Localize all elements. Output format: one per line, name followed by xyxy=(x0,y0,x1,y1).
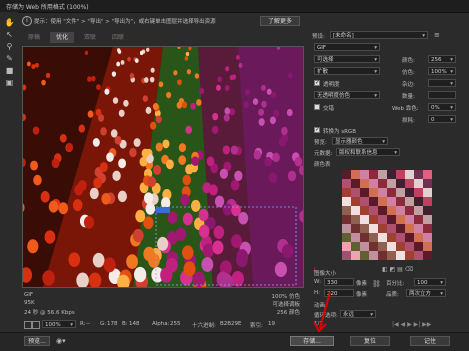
image-info: GIF 95K 24 秒 @ 56.6 Kbps 100% 仿色 可选择调板 2… xyxy=(22,290,302,318)
r-label: R: xyxy=(80,321,86,327)
loop-select[interactable]: 永远 xyxy=(340,310,376,318)
colors-select[interactable]: 256 xyxy=(428,55,456,63)
interlaced-label: 交错 xyxy=(323,106,335,112)
percent-label: 百分比: xyxy=(386,281,405,287)
g-value: 178 xyxy=(107,321,118,327)
hex-value: B2B29E xyxy=(220,321,242,327)
save-button[interactable]: 存储... xyxy=(290,336,334,346)
index-label: 索引: xyxy=(250,323,263,329)
transparency-label: 透明度 xyxy=(323,82,340,88)
matte-label: 杂边: xyxy=(402,82,415,88)
dither-amount[interactable]: 100% xyxy=(428,67,456,75)
web-snap-field[interactable]: 0% xyxy=(428,103,456,111)
status-bar: 100% R: -- G: 178 B: 148 Alpha: 255 十六进制… xyxy=(22,319,302,331)
metadata-label: 元数据: xyxy=(314,151,333,157)
width-field[interactable]: 330 xyxy=(324,278,354,286)
tab-2-up[interactable]: 双联 xyxy=(78,32,102,43)
lossy-field[interactable]: 0 xyxy=(428,115,456,123)
view-tabs: 原稿 优化 双联 四联 xyxy=(22,32,302,44)
zoom-select[interactable]: 100% xyxy=(42,320,76,328)
web-snap-label: Web 靠色: xyxy=(392,106,419,112)
image-file-size: 95K xyxy=(24,300,35,306)
playback-controls[interactable]: |◀ ◀ ▶ ▶| ▶▶ xyxy=(392,321,431,328)
preview-label: 预览: xyxy=(314,140,327,146)
learn-more-button[interactable]: 了解更多 xyxy=(260,16,300,26)
preview-select[interactable]: 显示器颜色 xyxy=(332,137,388,145)
zoom-tool-icon[interactable]: ⚲ xyxy=(4,42,15,52)
amount-field[interactable] xyxy=(428,91,456,99)
amount-label: 数量: xyxy=(402,94,415,100)
tool-palette: ✋ ↖ ⚲ ✎ ■ ▣ xyxy=(0,12,18,332)
percent-field[interactable]: 100 xyxy=(414,278,446,286)
tulip-field-image xyxy=(23,47,303,287)
reset-button[interactable]: 复位 xyxy=(350,336,390,346)
matte-select[interactable] xyxy=(428,79,456,87)
index-value: 19 xyxy=(268,321,275,327)
color-table-icons[interactable]: ◧ ◩ ▤ ⌫ xyxy=(382,266,413,273)
settings-panel: 预设: [未命名] ≡ GIF 可选择 扩散 透明度 无透明度仿色 交错 颜色:… xyxy=(306,13,469,332)
srgb-label: 转换为 sRGB xyxy=(323,129,356,135)
dither-algorithm-select[interactable]: 扩散 xyxy=(314,67,380,75)
quality-label: 品质: xyxy=(386,292,399,298)
browser-icon[interactable]: ◉▾ xyxy=(56,337,66,345)
zoom-in-icon[interactable] xyxy=(32,321,40,329)
image-size-label: 图像大小 xyxy=(314,271,337,277)
download-time: 24 秒 @ 56.6 Kbps xyxy=(24,310,75,316)
color-table-swatches[interactable] xyxy=(342,170,432,260)
image-format: GIF xyxy=(24,292,34,298)
alpha-value: 255 xyxy=(170,321,181,327)
colors-label: 颜色: xyxy=(402,58,415,64)
toggle-slices-icon[interactable]: ▣ xyxy=(4,78,15,88)
interlaced-checkbox[interactable] xyxy=(314,104,320,110)
srgb-checkbox[interactable] xyxy=(314,126,320,133)
height-unit: 像素 xyxy=(356,292,368,298)
lossy-label: 损耗: xyxy=(402,118,415,124)
r-value: -- xyxy=(86,321,90,327)
alpha-label: Alpha: xyxy=(152,321,170,327)
tab-optimized[interactable]: 优化 xyxy=(50,32,75,43)
remember-button[interactable]: 记住 xyxy=(410,336,450,346)
colors-info: 256 颜色 xyxy=(276,310,300,316)
quality-select[interactable]: 两次立方 xyxy=(406,289,446,297)
preview-button[interactable]: 预览... xyxy=(24,336,50,346)
width-unit: 像素 xyxy=(356,281,368,287)
bottom-bar: 预览... ◉▾ 存储... 复位 记住 xyxy=(0,332,469,351)
eyedropper-tool-icon[interactable]: ✎ xyxy=(4,54,15,64)
transparency-checkbox[interactable] xyxy=(314,79,320,86)
title-bar: 存储为 Web 所用格式 (100%) xyxy=(0,0,469,13)
dither-label: 仿色: xyxy=(402,70,415,76)
g-label: G: xyxy=(100,321,107,327)
color-swatch-icon[interactable]: ■ xyxy=(4,66,15,76)
transparency-dither-select[interactable]: 无透明度仿色 xyxy=(314,91,380,99)
zoom-out-icon[interactable] xyxy=(24,321,32,329)
info-icon: i xyxy=(22,16,32,26)
link-icon[interactable]: ⛓ xyxy=(372,280,381,288)
preset-select[interactable]: [未命名] xyxy=(330,31,428,39)
red-arrow-annotation-icon xyxy=(313,291,331,333)
format-select[interactable]: GIF xyxy=(314,43,380,51)
hand-tool-icon[interactable]: ✋ xyxy=(4,18,15,28)
image-preview[interactable] xyxy=(22,46,304,288)
window-title: 存储为 Web 所用格式 (100%) xyxy=(6,4,89,11)
b-value: 148 xyxy=(129,321,140,327)
tab-4-up[interactable]: 四联 xyxy=(106,32,130,43)
palette-info: 可选择调板 xyxy=(272,302,300,308)
preset-menu-icon[interactable]: ≡ xyxy=(434,31,440,39)
info-bar: i 提示：使用 "文件" > "导出" > "导出为"，或右键单击图层并选择导出… xyxy=(18,13,306,29)
metadata-select[interactable]: 版权和联系信息 xyxy=(336,148,400,156)
preset-label: 预设: xyxy=(312,34,325,40)
info-text: 提示：使用 "文件" > "导出" > "导出为"，或右键单击图层并选择导出资源 xyxy=(34,19,216,25)
tab-original[interactable]: 原稿 xyxy=(22,32,46,43)
dither-info: 100% 仿色 xyxy=(271,294,300,300)
color-table-label: 颜色表 xyxy=(314,162,331,168)
width-label: W: xyxy=(314,279,321,285)
b-label: B: xyxy=(122,321,128,327)
slice-select-tool-icon[interactable]: ↖ xyxy=(4,30,15,40)
reduction-select[interactable]: 可选择 xyxy=(314,55,380,63)
hex-label: 十六进制: xyxy=(192,323,216,329)
